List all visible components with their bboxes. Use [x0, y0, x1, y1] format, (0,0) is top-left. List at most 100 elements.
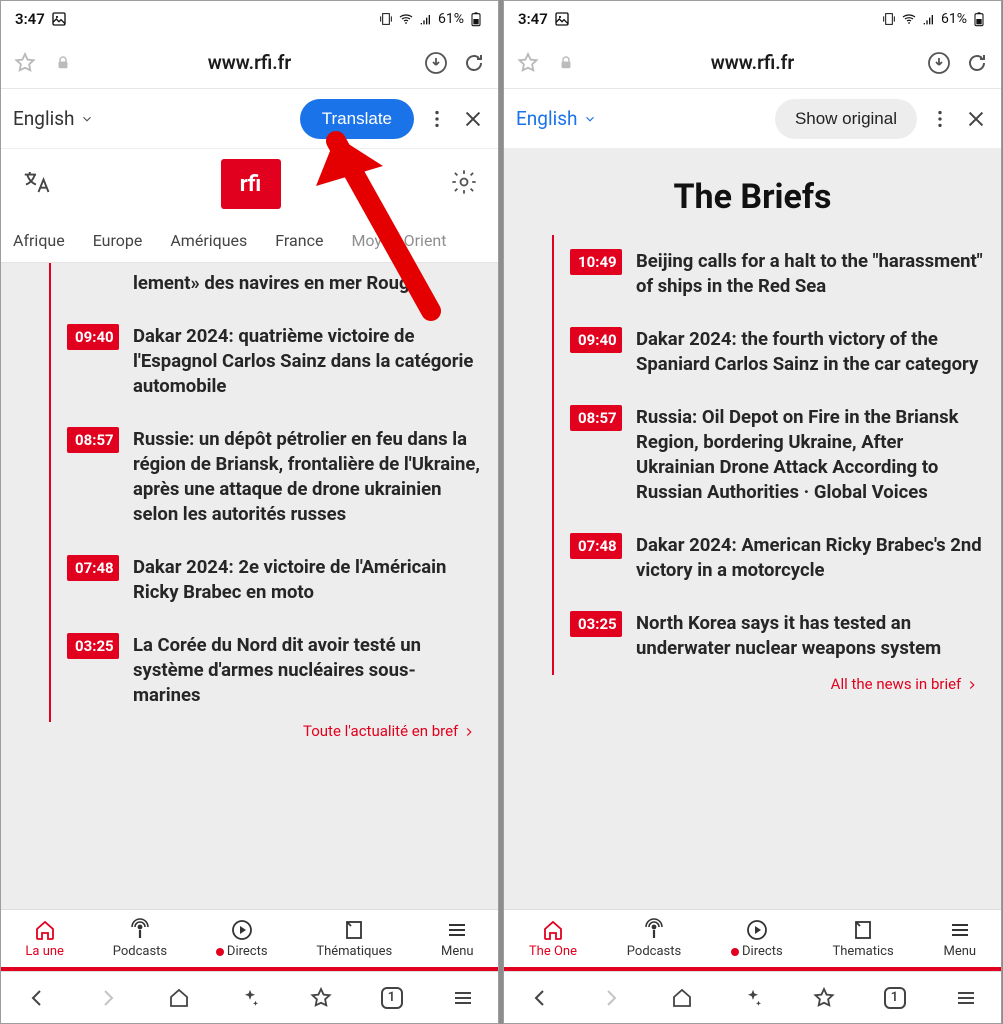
time-badge: 08:57	[570, 405, 622, 431]
bookmark-star-icon[interactable]	[308, 985, 334, 1011]
brief-item[interactable]: 08:57 Russie: un dépôt pétrolier en feu …	[49, 413, 498, 541]
status-bar: 3:47 61%	[1, 1, 498, 37]
rfi-logo[interactable]: rfi	[221, 159, 281, 209]
home-icon	[541, 918, 565, 942]
language-label: English	[13, 107, 74, 130]
signal-icon	[921, 11, 937, 27]
chevron-right-icon	[965, 678, 979, 692]
brief-item[interactable]: lement» des navires en mer Rouge	[49, 263, 498, 310]
podcast-icon	[642, 918, 666, 942]
content-area[interactable]: lement» des navires en mer Rouge 09:40 D…	[1, 263, 498, 909]
translate-button[interactable]: Translate	[300, 99, 414, 139]
chevron-down-icon	[583, 112, 597, 126]
brief-item[interactable]: 03:25 North Korea says it has tested an …	[552, 597, 1001, 675]
live-dot-icon	[731, 948, 739, 956]
sparkle-icon[interactable]	[237, 985, 263, 1011]
close-icon[interactable]	[460, 106, 486, 132]
time-badge: 10:49	[570, 249, 622, 275]
play-circle-icon	[745, 918, 769, 942]
browser-url-bar[interactable]: www.rfi.fr	[504, 37, 1001, 89]
reload-icon[interactable]	[965, 51, 989, 75]
brief-text: Dakar 2024: American Ricky Bra­bec's 2nd…	[636, 533, 985, 583]
back-icon[interactable]	[527, 985, 553, 1011]
lock-icon	[554, 51, 578, 75]
more-link[interactable]: Toute l'actualité en bref	[1, 722, 498, 740]
language-select[interactable]: English	[516, 107, 597, 130]
brief-text: North Korea says it has tested an underw…	[636, 611, 985, 661]
brief-item[interactable]: 03:25 La Corée du Nord dit avoir testé u…	[49, 619, 498, 722]
close-icon[interactable]	[963, 106, 989, 132]
nav-la-une[interactable]: La une	[25, 918, 64, 959]
brief-item[interactable]: 09:40 Dakar 2024: the fourth victory of …	[552, 313, 1001, 391]
nav-podcasts[interactable]: Podcasts	[627, 918, 681, 959]
browser-menu-icon[interactable]	[450, 985, 476, 1011]
star-icon[interactable]	[516, 51, 540, 75]
star-icon[interactable]	[13, 51, 37, 75]
brief-item[interactable]: 09:40 Dakar 2024: quatrième victoire de …	[49, 310, 498, 413]
browser-menu-icon[interactable]	[953, 985, 979, 1011]
brief-item[interactable]: 07:48 Dakar 2024: American Ricky Bra­bec…	[552, 519, 1001, 597]
nav-thematics[interactable]: Thematics	[832, 918, 893, 959]
nav-thematiques[interactable]: Thématiques	[316, 918, 392, 959]
chevron-down-icon	[80, 112, 94, 126]
site-tabs[interactable]: Afrique Europe Amériques France Moyen-Or…	[1, 219, 498, 263]
back-icon[interactable]	[24, 985, 50, 1011]
reload-icon[interactable]	[462, 51, 486, 75]
nav-podcasts[interactable]: Podcasts	[113, 918, 167, 959]
language-select[interactable]: English	[13, 107, 94, 130]
more-link[interactable]: All the news in brief	[504, 675, 1001, 693]
download-icon[interactable]	[927, 51, 951, 75]
brief-item[interactable]: 07:48 Dakar 2024: 2e victoire de l'Amé­r…	[49, 541, 498, 619]
tab-moyen-orient[interactable]: Moyen-Orient	[351, 231, 446, 250]
translate-mode-icon[interactable]	[21, 167, 51, 201]
tab-europe[interactable]: Europe	[93, 231, 143, 250]
brief-item[interactable]: 08:57 Russia: Oil Depot on Fire in the B…	[552, 391, 1001, 519]
download-icon[interactable]	[424, 51, 448, 75]
brief-text: Beijing calls for a halt to the "ha­rass…	[636, 249, 985, 299]
sparkle-icon[interactable]	[740, 985, 766, 1011]
podcast-icon	[128, 918, 152, 942]
gear-icon[interactable]	[450, 168, 478, 200]
menu-icon	[948, 918, 972, 942]
nav-menu[interactable]: Menu	[441, 918, 474, 959]
browser-home-icon[interactable]	[669, 985, 695, 1011]
browser-url-bar[interactable]: www.rfi.fr	[1, 37, 498, 89]
nav-the-one[interactable]: The One	[529, 918, 577, 959]
url-text[interactable]: www.rfi.fr	[592, 51, 913, 74]
nav-directs[interactable]: Directs	[731, 918, 783, 959]
play-circle-icon	[230, 918, 254, 942]
tabs-icon[interactable]: 1	[379, 985, 405, 1011]
site-header: rfi	[1, 149, 498, 219]
tab-ameriques[interactable]: Amériques	[170, 231, 247, 250]
vibrate-icon	[881, 11, 897, 27]
time-badge: 03:25	[67, 633, 119, 659]
more-options-icon[interactable]	[424, 106, 450, 132]
url-text[interactable]: www.rfi.fr	[89, 51, 410, 74]
bookmark-star-icon[interactable]	[811, 985, 837, 1011]
battery-percent: 61%	[941, 11, 967, 27]
more-options-icon[interactable]	[927, 106, 953, 132]
time-badge: 08:57	[67, 427, 119, 453]
phone-left: 3:47 61% www.rfi.fr English	[0, 0, 499, 1024]
brief-item[interactable]: 10:49 Beijing calls for a halt to the "h…	[552, 235, 1001, 313]
show-original-button[interactable]: Show original	[775, 99, 917, 139]
time-badge: 03:25	[570, 611, 622, 637]
tab-afrique[interactable]: Afrique	[13, 231, 65, 250]
language-label: English	[516, 107, 577, 130]
nav-directs[interactable]: Directs	[216, 918, 268, 959]
time-badge: 07:48	[67, 555, 119, 581]
tab-france[interactable]: France	[275, 231, 323, 250]
menu-icon	[445, 918, 469, 942]
forward-icon[interactable]	[95, 985, 121, 1011]
chevron-right-icon	[462, 725, 476, 739]
content-area[interactable]: The Briefs 10:49 Beijing calls for a hal…	[504, 149, 1001, 909]
browser-home-icon[interactable]	[166, 985, 192, 1011]
nav-menu[interactable]: Menu	[944, 918, 977, 959]
forward-icon[interactable]	[598, 985, 624, 1011]
time-badge: 07:48	[570, 533, 622, 559]
battery-percent: 61%	[438, 11, 464, 27]
thematics-icon	[342, 918, 366, 942]
brief-text: La Corée du Nord dit avoir testé un syst…	[133, 633, 482, 708]
tabs-icon[interactable]: 1	[882, 985, 908, 1011]
thematics-icon	[851, 918, 875, 942]
